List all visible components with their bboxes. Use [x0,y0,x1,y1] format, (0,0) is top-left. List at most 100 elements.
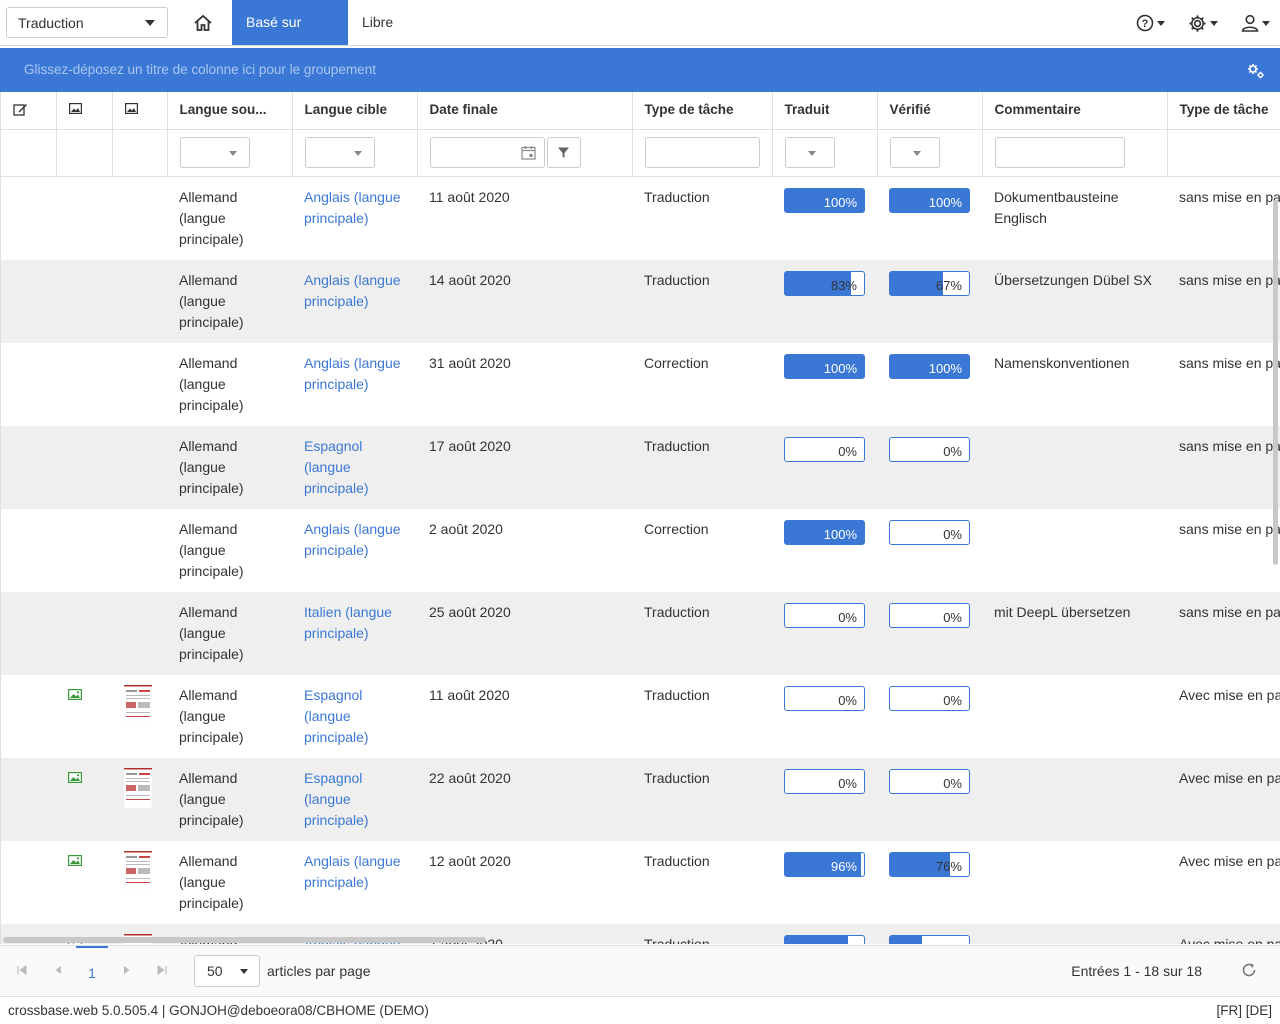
target-language-link[interactable]: Espagnol (langue principale) [292,675,417,758]
language-switch[interactable]: [FR] [DE] [1216,1003,1272,1018]
image-icon [68,103,82,115]
tab-task-based[interactable]: Basé sur tâche [232,0,348,75]
col-task-type[interactable]: Type de tâche [632,92,773,130]
progress-label: 0% [838,610,857,625]
table-row[interactable]: Allemand (langue principale)Anglais (lan… [1,260,1280,343]
table-row[interactable]: Allemand (langue principale)Anglais (lan… [1,343,1280,426]
col-due-date[interactable]: Date finale [417,92,633,130]
gear-icon [1189,14,1206,32]
document-preview-thumbnail[interactable] [123,684,153,726]
target-language-link[interactable]: Anglais (langue principale) [292,343,417,426]
comment-cell [982,924,1167,944]
col-target-language[interactable]: Langue cible [292,92,418,130]
translated-cell: 83% [772,260,877,343]
task-type-cell: Traduction [644,687,710,703]
edit-cell[interactable] [1,509,56,592]
image-cell [56,509,112,592]
verified-cell: 0% [877,426,982,509]
col-comment[interactable]: Commentaire [982,92,1168,130]
chevron-down-icon [353,151,362,156]
target-language-link[interactable]: Espagnol (langue principale) [292,758,417,841]
col-task-type-2[interactable]: Type de tâche [1167,92,1280,130]
edit-cell[interactable] [1,177,56,261]
mode-select[interactable]: Traduction [6,7,168,38]
home-button[interactable] [186,8,220,38]
last-page-icon[interactable] [155,963,169,977]
filter-cell-empty [56,129,113,177]
col-source-language[interactable]: Langue sou... [167,92,293,130]
image-thumbnail-icon[interactable] [68,855,83,867]
pager: 1 50 articles par page Entrées 1 - 18 su… [0,945,1280,995]
col-verified[interactable]: Vérifié [877,92,983,130]
settings-menu-button[interactable] [1188,10,1218,36]
target-language-link[interactable]: Anglais (langue principale) [292,841,417,924]
edit-cell[interactable] [1,592,56,675]
table-row[interactable]: Allemand (langue principale) Italien (lan… [1,592,1280,675]
comment-filter-input[interactable] [994,137,1125,168]
target-language-filter-dropdown[interactable] [304,137,375,168]
edit-column-header[interactable] [1,92,57,130]
edit-cell[interactable] [1,841,56,924]
due-date-cell: 12 août 2020 [429,853,511,869]
help-menu-button[interactable]: ? [1136,10,1165,36]
horizontal-scrollbar[interactable] [3,937,486,943]
refresh-icon[interactable] [1240,961,1258,979]
table-row[interactable]: Allemand (langue principale) Espagnol (la… [1,675,1280,758]
target-language-link[interactable]: Anglais (langue principale) [292,509,417,592]
translated-filter-dropdown[interactable] [784,137,835,168]
chevron-down-icon [1157,20,1165,26]
image-column-header[interactable] [56,92,113,130]
target-language-link[interactable]: Espagnol (langue principale) [292,426,417,509]
task-type-filter-input[interactable] [644,137,760,168]
edit-cell[interactable] [1,675,56,758]
column-settings-icon[interactable] [1246,61,1266,81]
target-language-link[interactable]: Anglais (langue principale) [292,260,417,343]
filter-verified [877,129,983,177]
previous-page-icon[interactable] [51,963,65,977]
grouping-bar[interactable]: Glissez-déposez un titre de colonne ici … [0,48,1280,92]
task-type-cell: Traduction [632,758,772,841]
edit-cell[interactable] [1,758,56,841]
comment-cell [982,426,1167,509]
table-row[interactable]: Allemand (langue principale)Anglais (lan… [1,177,1280,261]
target-language-link[interactable]: Anglais (langue principale) [292,177,417,261]
page-size-select[interactable]: 50 [194,955,260,987]
filter-target-language [292,129,418,177]
verified-cell: 100% [877,343,982,426]
target-language-link[interactable]: Italien (langue principale) [292,592,417,675]
current-page[interactable]: 1 [76,946,108,994]
verified-filter-dropdown[interactable] [889,137,940,168]
next-page-icon[interactable] [120,963,134,977]
due-date-filter-input[interactable] [429,137,545,168]
table-row[interactable]: Allemand (langue principale) Espagnol (la… [1,426,1280,509]
table-row[interactable]: Allemand (langue principale)Anglais (lan… [1,841,1280,924]
svg-text:?: ? [1142,18,1149,30]
edit-cell[interactable] [1,426,56,509]
progress-fill [890,936,922,944]
date-filter-button[interactable] [546,137,581,168]
progress-label: 100% [823,527,857,542]
source-language-cell: Allemand (langue principale) [167,260,292,343]
user-menu-button[interactable] [1241,10,1270,36]
vertical-scrollbar[interactable] [1273,200,1278,565]
col-translated[interactable]: Traduit [772,92,878,130]
tab-free[interactable]: Libre [348,0,407,45]
chevron-down-icon [807,151,816,156]
table-row[interactable]: Allemand (langue principale) Espagnol (la… [1,758,1280,841]
task-type-cell: Traduction [632,924,772,944]
document-preview-thumbnail[interactable] [123,767,153,809]
chevron-down-icon [912,151,921,156]
image-thumbnail-icon[interactable] [68,772,83,784]
document-preview-thumbnail[interactable] [123,850,153,892]
verified-cell: 40% [877,924,982,944]
source-language-filter-dropdown[interactable] [179,137,250,168]
edit-cell[interactable] [1,260,56,343]
edit-cell[interactable] [1,343,56,426]
table-row[interactable]: Allemand (langue principale)Anglais (lan… [1,509,1280,592]
preview-column-header[interactable] [112,92,168,130]
first-page-icon[interactable] [15,963,29,977]
preview-cell [112,260,167,343]
calendar-icon[interactable] [520,145,536,160]
image-thumbnail-icon[interactable] [68,689,83,701]
current-page-number: 1 [88,965,96,981]
